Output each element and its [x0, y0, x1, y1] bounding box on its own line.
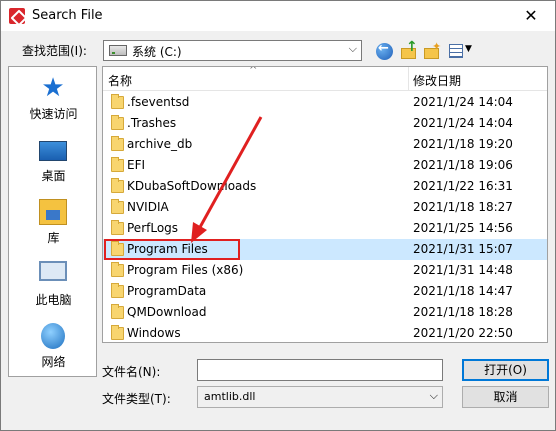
library-icon [39, 199, 67, 225]
close-icon[interactable]: ✕ [511, 4, 551, 28]
sidebar-item-network[interactable]: 网络 [9, 317, 98, 377]
this-pc-icon [39, 261, 67, 281]
sidebar-item-label: 快速访问 [29, 107, 78, 121]
sidebar-item-desktop[interactable]: 桌面 [9, 131, 98, 191]
view-list-icon [449, 44, 463, 58]
sidebar-item-label: 桌面 [41, 169, 66, 183]
file-name-input[interactable] [197, 359, 443, 381]
up-arrow-icon: ↑ [406, 39, 418, 55]
sparkle-icon: ✦ [432, 40, 442, 53]
file-type-dropdown[interactable]: amtlib.dll ⌵ [197, 386, 443, 408]
network-icon [41, 323, 65, 349]
file-list: 名称 ^ 修改日期 .fseventsd 2021/1/24 14:04 .Tr… [102, 66, 548, 343]
file-type-label: 文件类型(T): [102, 392, 171, 406]
drive-icon [109, 45, 127, 56]
chevron-down-icon: ⌵ [348, 42, 357, 55]
sidebar-item-library[interactable]: 库 [9, 193, 98, 253]
file-name-label: 文件名(N): [102, 365, 161, 379]
quick-access-star-icon: ★ [41, 73, 65, 103]
look-in-label: 查找范围(I): [22, 44, 87, 58]
chevron-down-icon: ⌵ [429, 389, 438, 402]
title-bar: Search File ✕ [1, 1, 555, 31]
desktop-icon [39, 141, 67, 161]
caret-down-icon: ▼ [465, 44, 472, 54]
view-menu-button[interactable]: ▼ [447, 40, 475, 62]
cancel-button[interactable]: 取消 [462, 386, 549, 408]
annotation-arrow-icon [191, 116, 263, 243]
file-type-value: amtlib.dll [204, 390, 256, 403]
open-button[interactable]: 打开(O) [462, 359, 549, 381]
app-icon [9, 8, 25, 24]
search-file-dialog: Search File ✕ 查找范围(I): 系统 (C:) ⌵ ↑ ✦ ▼ ★… [0, 0, 556, 431]
sidebar-item-this-pc[interactable]: 此电脑 [9, 255, 98, 315]
places-sidebar: ★ 快速访问 桌面 库 此电脑 网络 [8, 66, 97, 377]
sidebar-item-label: 库 [47, 231, 60, 245]
window-title: Search File [32, 8, 103, 23]
sidebar-item-label: 此电脑 [35, 293, 72, 307]
sidebar-item-label: 网络 [41, 355, 66, 369]
new-folder-button[interactable]: ✦ [421, 40, 443, 62]
sidebar-item-quick-access[interactable]: ★ 快速访问 [9, 69, 98, 129]
look-in-dropdown[interactable]: 系统 (C:) ⌵ [103, 40, 362, 61]
up-folder-button[interactable]: ↑ [398, 39, 420, 62]
back-button[interactable] [374, 40, 396, 62]
back-arrow-icon [376, 41, 393, 60]
look-in-value: 系统 (C:) [132, 45, 182, 59]
